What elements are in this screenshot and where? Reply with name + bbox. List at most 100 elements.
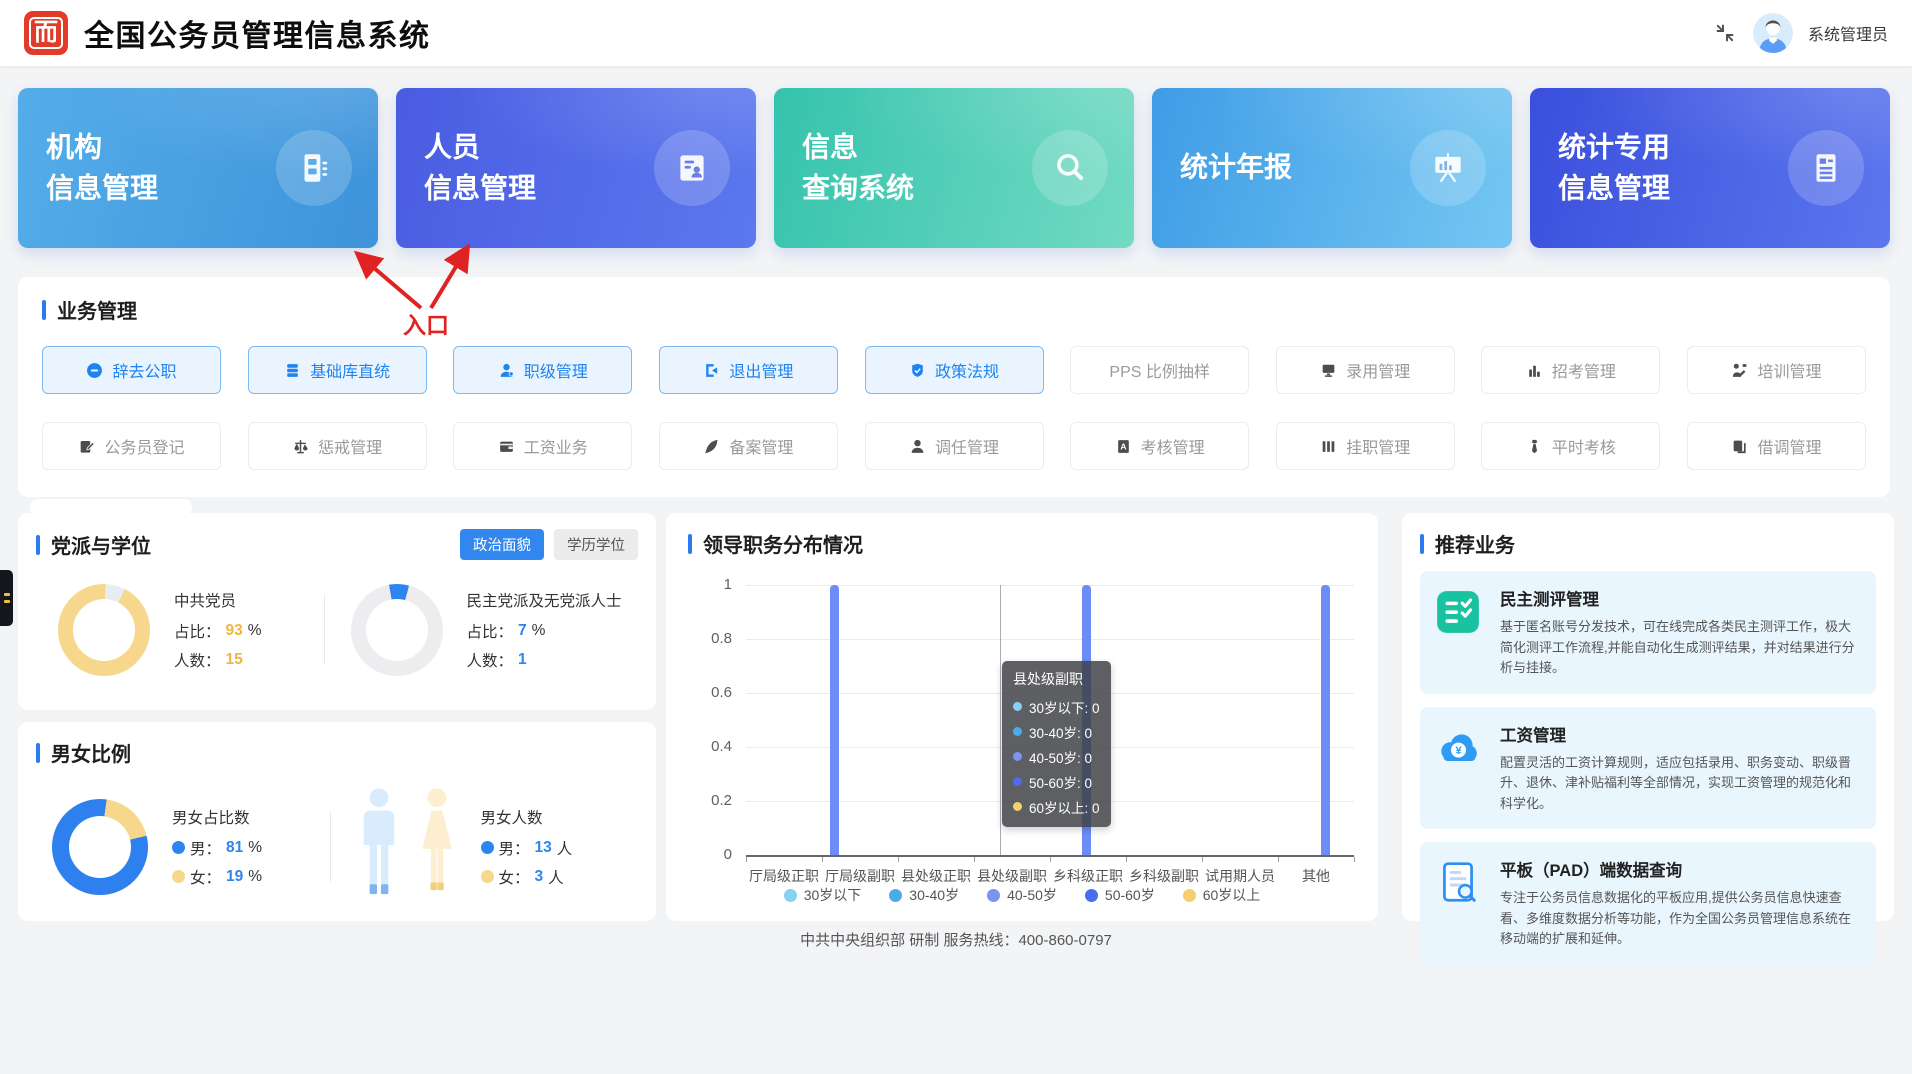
ccp-count: 人数：15: [174, 649, 262, 671]
business-title-text: 业务管理: [57, 295, 137, 324]
tooltip-series-dot: [1013, 702, 1022, 711]
nav-card-1[interactable]: 机构信息管理: [18, 88, 378, 248]
business-management-panel: 业务管理 辞去公职 基础库直统 职级管理 退出管理政策法规 PPS 比例抽样 录用管理招考…: [18, 277, 1890, 497]
gender-ratio-group: 男女占比数 男：81% 女：19%: [36, 799, 330, 895]
business-button-r2-7[interactable]: 挂职管理: [1276, 422, 1455, 470]
user-icon: [909, 438, 926, 455]
business-button-label: 基础库直统: [310, 358, 390, 382]
business-button-r1-7[interactable]: 录用管理: [1276, 346, 1455, 394]
legend-label: 50-60岁: [1105, 885, 1155, 905]
male-count-row: 男：13人: [481, 837, 573, 859]
business-button-r2-4[interactable]: 备案管理: [659, 422, 838, 470]
business-button-label: 公务员登记: [104, 434, 184, 458]
business-button-r1-2[interactable]: 基础库直统: [248, 346, 427, 394]
nav-card-5[interactable]: 统计专用信息管理: [1530, 88, 1890, 248]
business-button-r2-2[interactable]: 惩戒管理: [248, 422, 427, 470]
x-axis-tick: [1354, 857, 1355, 862]
nav-card-3[interactable]: 信息查询系统: [774, 88, 1134, 248]
non-ccp-name: 民主党派及无党派人士: [467, 589, 622, 611]
legend-item-50-60岁[interactable]: 50-60岁: [1085, 885, 1155, 905]
business-button-r1-1[interactable]: 辞去公职: [42, 346, 221, 394]
svg-text:¥: ¥: [1455, 745, 1462, 757]
business-button-r1-8[interactable]: 招考管理: [1481, 346, 1660, 394]
scale-icon: [292, 438, 309, 455]
x-axis-tick: [1050, 857, 1051, 862]
tab-political-status[interactable]: 政治面貌: [460, 529, 544, 560]
gender-panel-title: 男女比例: [36, 738, 638, 767]
party-panel-title: 党派与学位: [36, 530, 151, 559]
male-ratio-row: 男：81%: [172, 837, 262, 859]
fullscreen-toggle-icon[interactable]: [1712, 20, 1738, 46]
recommend-card-2[interactable]: ¥工资管理配置灵活的工资计算规则，适应包括录用、职务变动、职级晋升、退休、津补贴…: [1420, 707, 1876, 830]
gender-ratio-title: 男女占比数: [172, 806, 262, 828]
legend-item-60岁以上[interactable]: 60岁以上: [1183, 885, 1261, 905]
business-button-r1-4[interactable]: 退出管理: [659, 346, 838, 394]
side-collapse-handle[interactable]: [0, 570, 13, 626]
bar-厅局级副职: [830, 585, 839, 855]
recommend-panel-title: 推荐业务: [1420, 529, 1876, 558]
register-icon: [78, 438, 95, 455]
nav-card-2[interactable]: 人员信息管理: [396, 88, 756, 248]
business-button-r1-6[interactable]: PPS 比例抽样: [1070, 346, 1249, 394]
nav-card-title: 机构信息管理: [46, 127, 158, 208]
tooltip-series-dot: [1013, 802, 1022, 811]
business-button-label: PPS 比例抽样: [1109, 358, 1209, 382]
chart-tooltip: 县处级副职30岁以下: 030-40岁: 040-50岁: 050-60岁: 0…: [1002, 661, 1111, 827]
title-accent-bar: [36, 535, 40, 555]
axis-pointer-line: [1000, 585, 1001, 855]
male-legend-dot: [481, 841, 494, 854]
gender-donut-chart: [52, 799, 148, 895]
gender-count-title: 男女人数: [481, 806, 573, 828]
recommend-card-1[interactable]: 民主测评管理基于匿名账号分发技术，可在线完成各类民主测评工作，极大简化测评工作流…: [1420, 571, 1876, 694]
svg-text:A: A: [1120, 441, 1126, 451]
legend-item-30岁以下[interactable]: 30岁以下: [784, 885, 862, 905]
male-figure-icon: [359, 787, 399, 906]
legend-item-40-50岁[interactable]: 40-50岁: [987, 885, 1057, 905]
y-axis-tick-label: 0.2: [692, 792, 732, 809]
title-accent-bar: [1420, 534, 1424, 554]
document-icon: [1788, 130, 1864, 206]
tooltip-row: 30岁以下: 0: [1013, 694, 1100, 719]
legend-label: 40-50岁: [1007, 885, 1057, 905]
legend-item-30-40岁[interactable]: 30-40岁: [889, 885, 959, 905]
business-button-label: 培训管理: [1757, 358, 1821, 382]
recommend-card-title: 平板（PAD）端数据查询: [1500, 857, 1862, 881]
x-axis-tick: [898, 857, 899, 862]
business-button-r2-5[interactable]: 调任管理: [865, 422, 1044, 470]
tooltip-row-text: 40-50岁: 0: [1029, 747, 1092, 767]
business-button-label: 辞去公职: [112, 358, 176, 382]
business-button-r1-9[interactable]: 培训管理: [1687, 346, 1866, 394]
business-button-r2-1[interactable]: 公务员登记: [42, 422, 221, 470]
tooltip-row-text: 30-40岁: 0: [1029, 722, 1092, 742]
business-button-r2-6[interactable]: A考核管理: [1070, 422, 1249, 470]
business-button-r2-3[interactable]: 工资业务: [453, 422, 632, 470]
business-button-r2-8[interactable]: 平时考核: [1481, 422, 1660, 470]
business-button-label: 备案管理: [729, 434, 793, 458]
tab-education-degree[interactable]: 学历学位: [554, 529, 638, 560]
y-axis-tick-label: 0.8: [692, 630, 732, 647]
business-row-1: 辞去公职 基础库直统 职级管理 退出管理政策法规 PPS 比例抽样 录用管理招考管理 培训管…: [42, 346, 1866, 394]
non-ccp-count: 人数：1: [467, 649, 622, 671]
quill-icon: [703, 438, 720, 455]
business-button-r1-3[interactable]: 职级管理: [453, 346, 632, 394]
title-accent-bar: [42, 300, 46, 320]
dashboard-page: 而 全国公务员管理信息系统 系统管理员 机构信息管理人员信息管理信息查询系统统计…: [0, 0, 1912, 1074]
y-axis-tick-label: 1: [692, 576, 732, 593]
nav-card-4[interactable]: 统计年报: [1152, 88, 1512, 248]
app-logo-icon: 而: [24, 11, 68, 55]
search-icon: [1032, 130, 1108, 206]
business-button-label: 职级管理: [524, 358, 588, 382]
chart-board-icon: [1410, 130, 1486, 206]
female-ratio-row: 女：19%: [172, 866, 262, 888]
tooltip-row: 60岁以上: 0: [1013, 794, 1100, 819]
chart-legend: 30岁以下 30-40岁 40-50岁 50-60岁 60岁以上: [666, 885, 1378, 905]
tooltip-series-dot: [1013, 752, 1022, 761]
user-avatar[interactable]: [1753, 13, 1793, 53]
business-button-r2-9[interactable]: 借调管理: [1687, 422, 1866, 470]
bar-其他: [1321, 585, 1330, 855]
business-button-r1-5[interactable]: 政策法规: [865, 346, 1044, 394]
tooltip-row: 40-50岁: 0: [1013, 744, 1100, 769]
y-axis-tick-label: 0.6: [692, 684, 732, 701]
tie-icon: [1526, 438, 1543, 455]
columns-icon: [1320, 438, 1337, 455]
